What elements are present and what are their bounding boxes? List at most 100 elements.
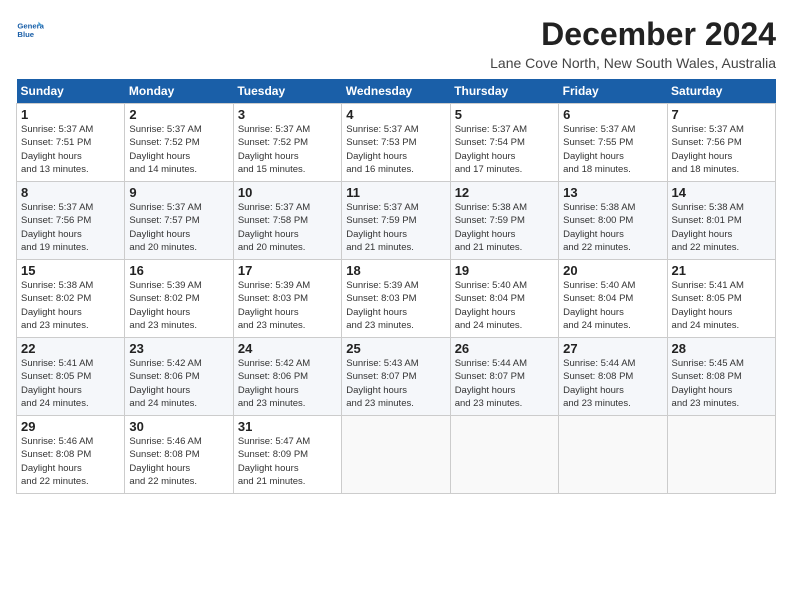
table-row: 9 Sunrise: 5:37 AMSunset: 7:57 PMDayligh… xyxy=(125,182,233,260)
day-number: 14 xyxy=(672,185,771,200)
day-info: Sunrise: 5:39 AMSunset: 8:03 PMDaylight … xyxy=(346,280,418,331)
day-info: Sunrise: 5:41 AMSunset: 8:05 PMDaylight … xyxy=(21,358,93,409)
day-number: 1 xyxy=(21,107,120,122)
day-info: Sunrise: 5:44 AMSunset: 8:08 PMDaylight … xyxy=(563,358,635,409)
table-row: 25 Sunrise: 5:43 AMSunset: 8:07 PMDaylig… xyxy=(342,338,450,416)
table-row: 27 Sunrise: 5:44 AMSunset: 8:08 PMDaylig… xyxy=(559,338,667,416)
svg-text:Blue: Blue xyxy=(17,30,34,39)
day-number: 5 xyxy=(455,107,554,122)
table-row: 21 Sunrise: 5:41 AMSunset: 8:05 PMDaylig… xyxy=(667,260,775,338)
table-row: 6 Sunrise: 5:37 AMSunset: 7:55 PMDayligh… xyxy=(559,104,667,182)
day-number: 17 xyxy=(238,263,337,278)
day-number: 9 xyxy=(129,185,228,200)
day-info: Sunrise: 5:39 AMSunset: 8:02 PMDaylight … xyxy=(129,280,201,331)
table-row: 26 Sunrise: 5:44 AMSunset: 8:07 PMDaylig… xyxy=(450,338,558,416)
day-number: 10 xyxy=(238,185,337,200)
day-info: Sunrise: 5:46 AMSunset: 8:08 PMDaylight … xyxy=(129,436,201,487)
day-info: Sunrise: 5:37 AMSunset: 7:59 PMDaylight … xyxy=(346,202,418,253)
table-row: 7 Sunrise: 5:37 AMSunset: 7:56 PMDayligh… xyxy=(667,104,775,182)
day-number: 8 xyxy=(21,185,120,200)
table-row: 30 Sunrise: 5:46 AMSunset: 8:08 PMDaylig… xyxy=(125,416,233,494)
day-info: Sunrise: 5:37 AMSunset: 7:55 PMDaylight … xyxy=(563,124,635,175)
table-row: 11 Sunrise: 5:37 AMSunset: 7:59 PMDaylig… xyxy=(342,182,450,260)
calendar-table: Sunday Monday Tuesday Wednesday Thursday… xyxy=(16,79,776,494)
day-number: 6 xyxy=(563,107,662,122)
day-info: Sunrise: 5:37 AMSunset: 7:56 PMDaylight … xyxy=(672,124,744,175)
table-row: 1 Sunrise: 5:37 AMSunset: 7:51 PMDayligh… xyxy=(17,104,125,182)
svg-text:General: General xyxy=(17,22,44,31)
table-row: 13 Sunrise: 5:38 AMSunset: 8:00 PMDaylig… xyxy=(559,182,667,260)
day-info: Sunrise: 5:37 AMSunset: 7:58 PMDaylight … xyxy=(238,202,310,253)
day-number: 25 xyxy=(346,341,445,356)
day-number: 3 xyxy=(238,107,337,122)
day-number: 4 xyxy=(346,107,445,122)
day-info: Sunrise: 5:41 AMSunset: 8:05 PMDaylight … xyxy=(672,280,744,331)
table-row: 28 Sunrise: 5:45 AMSunset: 8:08 PMDaylig… xyxy=(667,338,775,416)
table-row: 29 Sunrise: 5:46 AMSunset: 8:08 PMDaylig… xyxy=(17,416,125,494)
day-number: 22 xyxy=(21,341,120,356)
day-number: 16 xyxy=(129,263,228,278)
table-row xyxy=(450,416,558,494)
day-info: Sunrise: 5:37 AMSunset: 7:51 PMDaylight … xyxy=(21,124,93,175)
table-row xyxy=(667,416,775,494)
day-info: Sunrise: 5:42 AMSunset: 8:06 PMDaylight … xyxy=(129,358,201,409)
logo: General Blue xyxy=(16,16,48,44)
table-row xyxy=(342,416,450,494)
day-number: 24 xyxy=(238,341,337,356)
day-info: Sunrise: 5:38 AMSunset: 7:59 PMDaylight … xyxy=(455,202,527,253)
day-number: 29 xyxy=(21,419,120,434)
day-number: 13 xyxy=(563,185,662,200)
table-row: 12 Sunrise: 5:38 AMSunset: 7:59 PMDaylig… xyxy=(450,182,558,260)
table-row: 23 Sunrise: 5:42 AMSunset: 8:06 PMDaylig… xyxy=(125,338,233,416)
table-row: 19 Sunrise: 5:40 AMSunset: 8:04 PMDaylig… xyxy=(450,260,558,338)
day-info: Sunrise: 5:47 AMSunset: 8:09 PMDaylight … xyxy=(238,436,310,487)
day-number: 21 xyxy=(672,263,771,278)
col-wednesday: Wednesday xyxy=(342,79,450,104)
page-header: General Blue December 2024 Lane Cove Nor… xyxy=(16,16,776,71)
table-row: 24 Sunrise: 5:42 AMSunset: 8:06 PMDaylig… xyxy=(233,338,341,416)
col-monday: Monday xyxy=(125,79,233,104)
title-block: December 2024 Lane Cove North, New South… xyxy=(490,16,776,71)
day-number: 20 xyxy=(563,263,662,278)
table-row: 10 Sunrise: 5:37 AMSunset: 7:58 PMDaylig… xyxy=(233,182,341,260)
day-number: 31 xyxy=(238,419,337,434)
day-info: Sunrise: 5:37 AMSunset: 7:57 PMDaylight … xyxy=(129,202,201,253)
day-number: 27 xyxy=(563,341,662,356)
table-row: 15 Sunrise: 5:38 AMSunset: 8:02 PMDaylig… xyxy=(17,260,125,338)
table-row: 31 Sunrise: 5:47 AMSunset: 8:09 PMDaylig… xyxy=(233,416,341,494)
col-thursday: Thursday xyxy=(450,79,558,104)
col-friday: Friday xyxy=(559,79,667,104)
day-number: 2 xyxy=(129,107,228,122)
day-info: Sunrise: 5:38 AMSunset: 8:00 PMDaylight … xyxy=(563,202,635,253)
table-row xyxy=(559,416,667,494)
day-info: Sunrise: 5:44 AMSunset: 8:07 PMDaylight … xyxy=(455,358,527,409)
table-row: 8 Sunrise: 5:37 AMSunset: 7:56 PMDayligh… xyxy=(17,182,125,260)
day-number: 11 xyxy=(346,185,445,200)
day-number: 19 xyxy=(455,263,554,278)
general-blue-icon: General Blue xyxy=(16,16,44,44)
location-subtitle: Lane Cove North, New South Wales, Austra… xyxy=(490,55,776,71)
day-info: Sunrise: 5:37 AMSunset: 7:52 PMDaylight … xyxy=(238,124,310,175)
col-saturday: Saturday xyxy=(667,79,775,104)
day-info: Sunrise: 5:38 AMSunset: 8:02 PMDaylight … xyxy=(21,280,93,331)
day-number: 23 xyxy=(129,341,228,356)
table-row: 5 Sunrise: 5:37 AMSunset: 7:54 PMDayligh… xyxy=(450,104,558,182)
day-info: Sunrise: 5:37 AMSunset: 7:54 PMDaylight … xyxy=(455,124,527,175)
day-info: Sunrise: 5:42 AMSunset: 8:06 PMDaylight … xyxy=(238,358,310,409)
table-row: 3 Sunrise: 5:37 AMSunset: 7:52 PMDayligh… xyxy=(233,104,341,182)
table-row: 20 Sunrise: 5:40 AMSunset: 8:04 PMDaylig… xyxy=(559,260,667,338)
day-info: Sunrise: 5:38 AMSunset: 8:01 PMDaylight … xyxy=(672,202,744,253)
table-row: 22 Sunrise: 5:41 AMSunset: 8:05 PMDaylig… xyxy=(17,338,125,416)
day-info: Sunrise: 5:39 AMSunset: 8:03 PMDaylight … xyxy=(238,280,310,331)
day-info: Sunrise: 5:40 AMSunset: 8:04 PMDaylight … xyxy=(455,280,527,331)
table-row: 16 Sunrise: 5:39 AMSunset: 8:02 PMDaylig… xyxy=(125,260,233,338)
day-info: Sunrise: 5:46 AMSunset: 8:08 PMDaylight … xyxy=(21,436,93,487)
day-number: 26 xyxy=(455,341,554,356)
day-info: Sunrise: 5:37 AMSunset: 7:56 PMDaylight … xyxy=(21,202,93,253)
day-info: Sunrise: 5:43 AMSunset: 8:07 PMDaylight … xyxy=(346,358,418,409)
day-number: 15 xyxy=(21,263,120,278)
day-number: 12 xyxy=(455,185,554,200)
day-number: 18 xyxy=(346,263,445,278)
day-info: Sunrise: 5:37 AMSunset: 7:53 PMDaylight … xyxy=(346,124,418,175)
day-info: Sunrise: 5:40 AMSunset: 8:04 PMDaylight … xyxy=(563,280,635,331)
